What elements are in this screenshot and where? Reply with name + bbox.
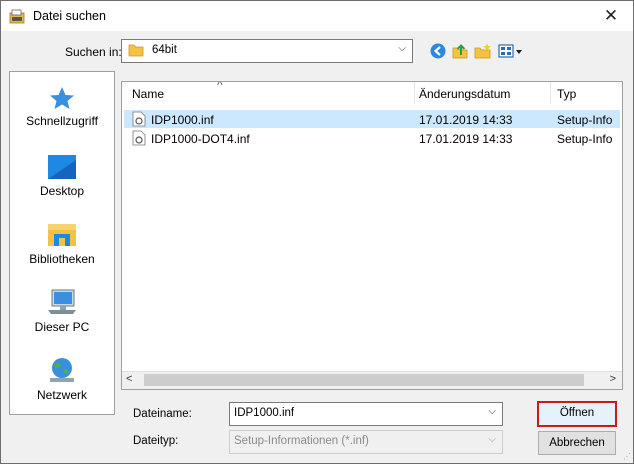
chevron-down-icon: ⌵ [398, 43, 406, 54]
place-quick-access[interactable]: Schnellzugriff [10, 86, 114, 128]
chevron-down-icon[interactable]: ⌵ [488, 406, 496, 417]
file-type: Setup-Info [557, 113, 613, 127]
folder-icon [128, 44, 144, 57]
star-icon [50, 87, 74, 109]
place-network[interactable]: Netzwerk [10, 356, 114, 402]
place-label: Dieser PC [34, 320, 90, 334]
sort-ascending-icon: ^ [217, 81, 223, 92]
network-icon [50, 358, 74, 382]
filename-value: IDP1000.inf [234, 407, 295, 419]
cancel-button[interactable]: Abbrechen [538, 431, 616, 455]
place-label: Netzwerk [36, 388, 87, 402]
place-label: Bibliotheken [29, 252, 95, 266]
places-bar: Schnellzugriff Desktop Bibliotheken Dies… [9, 71, 115, 415]
filetype-label: Dateityp: [133, 435, 179, 447]
computer-icon [48, 289, 76, 314]
back-icon[interactable] [429, 42, 447, 60]
file-list: ^ Name Änderungsdatum Typ IDP1000.inf 17… [121, 81, 623, 390]
library-icon [48, 224, 76, 246]
filename-label: Dateiname: [133, 408, 192, 420]
file-row[interactable]: IDP1000-DOT4.inf 17.01.2019 14:33 Setup-… [124, 129, 620, 147]
file-open-dialog: Datei suchen ✕ Suchen in: 64bit ⌵ Schnel… [0, 0, 634, 464]
column-header-label: Änderungsdatum [419, 87, 511, 101]
column-header-name[interactable]: ^ Name [122, 82, 415, 104]
look-in-dropdown[interactable]: 64bit ⌵ [121, 39, 413, 63]
resize-grip-icon[interactable]: ⋰ [623, 452, 631, 461]
look-in-label: Suchen in: [65, 45, 122, 59]
look-in-value: 64bit [152, 44, 177, 56]
file-type: Setup-Info [557, 132, 613, 146]
filetype-value: Setup-Informationen (*.inf) [234, 435, 369, 447]
file-date: 17.01.2019 14:33 [419, 113, 513, 127]
dialog-app-icon [9, 9, 25, 24]
column-header-type[interactable]: Typ [551, 82, 621, 104]
close-icon: ✕ [603, 6, 619, 25]
place-libraries[interactable]: Bibliotheken [10, 222, 114, 266]
place-this-pc[interactable]: Dieser PC [10, 288, 114, 334]
close-button[interactable]: ✕ [589, 1, 633, 31]
chevron-down-icon: ⌵ [488, 434, 496, 445]
column-header-label: Name [132, 87, 165, 101]
place-label: Schnellzugriff [26, 114, 98, 128]
window-title: Datei suchen [33, 9, 106, 23]
filetype-dropdown[interactable]: Setup-Informationen (*.inf) ⌵ [229, 430, 503, 454]
column-header-label: Typ [557, 87, 577, 101]
setup-file-icon [132, 111, 146, 127]
scroll-left-icon[interactable]: < [126, 373, 132, 385]
desktop-icon [48, 155, 76, 179]
file-name: IDP1000.inf [151, 113, 214, 127]
setup-file-icon [132, 130, 146, 146]
filename-combo[interactable]: IDP1000.inf ⌵ [229, 402, 503, 426]
scroll-right-icon[interactable]: > [610, 373, 616, 385]
place-desktop[interactable]: Desktop [10, 154, 114, 198]
view-menu-icon[interactable] [498, 42, 524, 60]
up-folder-icon[interactable] [451, 42, 469, 60]
file-date: 17.01.2019 14:33 [419, 132, 513, 146]
column-header-date[interactable]: Änderungsdatum [415, 82, 551, 104]
title-bar: Datei suchen ✕ [1, 1, 633, 31]
file-name: IDP1000-DOT4.inf [151, 132, 250, 146]
place-label: Desktop [39, 184, 85, 198]
open-button[interactable]: Öffnen [537, 401, 617, 427]
scrollbar-thumb[interactable] [144, 374, 584, 386]
file-row[interactable]: IDP1000.inf 17.01.2019 14:33 Setup-Info [124, 110, 620, 128]
new-folder-icon[interactable] [474, 42, 492, 60]
horizontal-scrollbar[interactable]: < > [122, 371, 622, 389]
